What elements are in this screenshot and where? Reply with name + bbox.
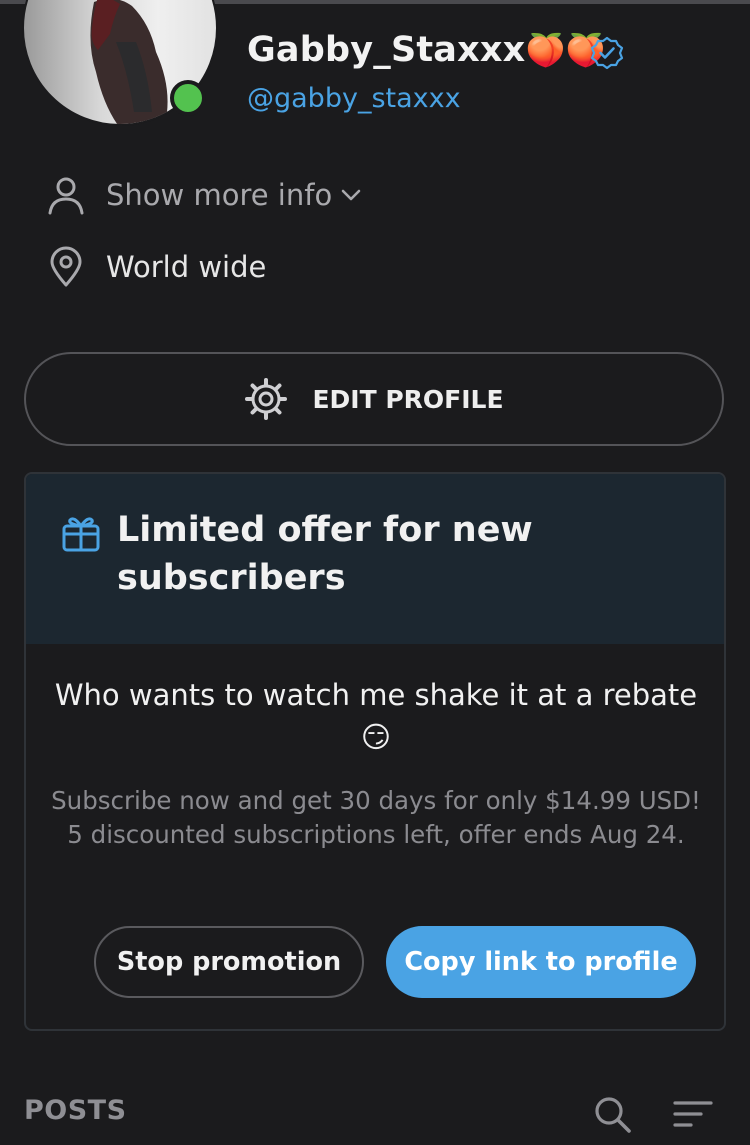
profile-name: Gabby_Staxxx🍑🍑 bbox=[247, 30, 606, 70]
gift-icon bbox=[62, 517, 100, 552]
promotion-price-text: Subscribe now and get 30 days for only $… bbox=[51, 786, 701, 815]
posts-tab-label[interactable]: POSTS bbox=[24, 1095, 127, 1126]
edit-profile-label: EDIT PROFILE bbox=[312, 384, 504, 414]
chevron-down-icon bbox=[341, 189, 361, 201]
search-icon[interactable] bbox=[592, 1094, 632, 1134]
gear-icon bbox=[245, 378, 288, 420]
show-more-info-toggle[interactable]: Show more info bbox=[44, 173, 364, 217]
profile-handle[interactable]: @gabby_staxxx bbox=[247, 83, 461, 114]
promotion-remaining-text: 5 discounted subscriptions left, offer e… bbox=[67, 820, 685, 849]
show-more-info-label: Show more info bbox=[106, 178, 333, 212]
promotion-card: Limited offer for new subscribers Who wa… bbox=[24, 472, 726, 1031]
user-icon bbox=[48, 177, 84, 215]
online-status-dot bbox=[170, 80, 206, 116]
sort-filter-icon[interactable] bbox=[672, 1098, 714, 1132]
promotion-details: Subscribe now and get 30 days for only $… bbox=[46, 784, 706, 852]
profile-name-text: Gabby_Staxxx bbox=[247, 30, 526, 70]
location-pin-icon bbox=[50, 246, 82, 287]
profile-avatar[interactable] bbox=[22, 0, 218, 126]
promotion-header: Limited offer for new subscribers bbox=[26, 474, 724, 644]
promotion-title: Limited offer for new subscribers bbox=[117, 510, 533, 598]
location-text: World wide bbox=[106, 250, 267, 284]
copy-link-button[interactable]: Copy link to profile bbox=[386, 926, 696, 998]
location-row: World wide bbox=[44, 245, 266, 289]
verified-check-icon bbox=[590, 36, 624, 70]
promotion-message: Who wants to watch me shake it at a reba… bbox=[54, 678, 698, 754]
edit-profile-button[interactable]: EDIT PROFILE bbox=[24, 352, 724, 446]
stop-promotion-button[interactable]: Stop promotion bbox=[94, 926, 364, 998]
